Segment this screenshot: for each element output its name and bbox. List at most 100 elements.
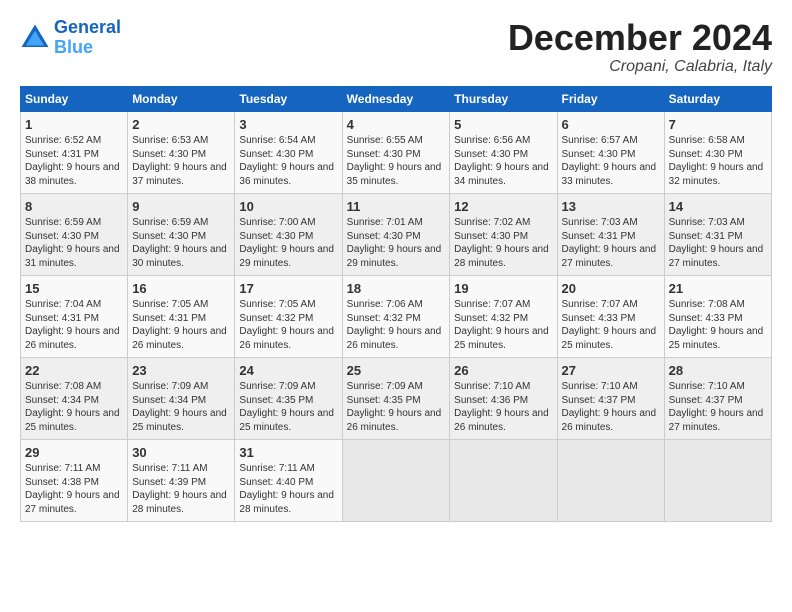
day-number: 8 xyxy=(25,198,123,216)
calendar-day-30: 30Sunrise: 7:11 AMSunset: 4:39 PMDayligh… xyxy=(128,439,235,521)
calendar-day-19: 19Sunrise: 7:07 AMSunset: 4:32 PMDayligh… xyxy=(450,275,557,357)
sunrise-label: Sunrise: 7:11 AM xyxy=(25,463,100,474)
day-number: 2 xyxy=(132,116,230,134)
page-container: General Blue December 2024 Cropani, Cala… xyxy=(0,0,792,532)
calendar-day-16: 16Sunrise: 7:05 AMSunset: 4:31 PMDayligh… xyxy=(128,275,235,357)
calendar-table: SundayMondayTuesdayWednesdayThursdayFrid… xyxy=(20,86,772,522)
sunrise-label: Sunrise: 7:05 AM xyxy=(239,299,315,310)
sunset-label: Sunset: 4:31 PM xyxy=(669,231,743,242)
calendar-day-18: 18Sunrise: 7:06 AMSunset: 4:32 PMDayligh… xyxy=(342,275,450,357)
sunrise-label: Sunrise: 7:05 AM xyxy=(132,299,208,310)
weekday-header-friday: Friday xyxy=(557,86,664,111)
sunset-label: Sunset: 4:30 PM xyxy=(239,231,313,242)
day-number: 5 xyxy=(454,116,552,134)
calendar-day-10: 10Sunrise: 7:00 AMSunset: 4:30 PMDayligh… xyxy=(235,193,342,275)
sunset-label: Sunset: 4:30 PM xyxy=(562,149,636,160)
daylight-label: Daylight: 9 hours and 35 minutes. xyxy=(347,162,442,187)
logo-text: General Blue xyxy=(54,18,121,58)
sunset-label: Sunset: 4:40 PM xyxy=(239,477,313,488)
calendar-day-12: 12Sunrise: 7:02 AMSunset: 4:30 PMDayligh… xyxy=(450,193,557,275)
sunrise-label: Sunrise: 7:07 AM xyxy=(454,299,530,310)
sunrise-label: Sunrise: 7:09 AM xyxy=(239,381,315,392)
day-number: 4 xyxy=(347,116,446,134)
sunset-label: Sunset: 4:33 PM xyxy=(669,313,743,324)
day-number: 23 xyxy=(132,362,230,380)
calendar-day-empty xyxy=(342,439,450,521)
daylight-label: Daylight: 9 hours and 36 minutes. xyxy=(239,162,334,187)
calendar-day-3: 3Sunrise: 6:54 AMSunset: 4:30 PMDaylight… xyxy=(235,111,342,193)
sunset-label: Sunset: 4:34 PM xyxy=(132,395,206,406)
day-number: 3 xyxy=(239,116,337,134)
calendar-day-empty xyxy=(450,439,557,521)
daylight-label: Daylight: 9 hours and 25 minutes. xyxy=(239,408,334,433)
sunset-label: Sunset: 4:33 PM xyxy=(562,313,636,324)
day-number: 9 xyxy=(132,198,230,216)
sunset-label: Sunset: 4:30 PM xyxy=(25,231,99,242)
day-number: 1 xyxy=(25,116,123,134)
day-number: 25 xyxy=(347,362,446,380)
sunrise-label: Sunrise: 6:54 AM xyxy=(239,135,315,146)
calendar-day-22: 22Sunrise: 7:08 AMSunset: 4:34 PMDayligh… xyxy=(21,357,128,439)
calendar-day-14: 14Sunrise: 7:03 AMSunset: 4:31 PMDayligh… xyxy=(664,193,771,275)
sunset-label: Sunset: 4:31 PM xyxy=(25,313,99,324)
sunset-label: Sunset: 4:32 PM xyxy=(239,313,313,324)
daylight-label: Daylight: 9 hours and 26 minutes. xyxy=(132,326,227,351)
location-title: Cropani, Calabria, Italy xyxy=(508,58,772,76)
sunset-label: Sunset: 4:37 PM xyxy=(562,395,636,406)
calendar-day-empty xyxy=(664,439,771,521)
sunrise-label: Sunrise: 7:11 AM xyxy=(132,463,207,474)
sunset-label: Sunset: 4:35 PM xyxy=(239,395,313,406)
sunset-label: Sunset: 4:32 PM xyxy=(454,313,528,324)
calendar-day-31: 31Sunrise: 7:11 AMSunset: 4:40 PMDayligh… xyxy=(235,439,342,521)
sunset-label: Sunset: 4:37 PM xyxy=(669,395,743,406)
day-number: 28 xyxy=(669,362,767,380)
day-number: 11 xyxy=(347,198,446,216)
day-number: 15 xyxy=(25,280,123,298)
sunrise-label: Sunrise: 6:53 AM xyxy=(132,135,208,146)
calendar-day-25: 25Sunrise: 7:09 AMSunset: 4:35 PMDayligh… xyxy=(342,357,450,439)
daylight-label: Daylight: 9 hours and 37 minutes. xyxy=(132,162,227,187)
day-number: 10 xyxy=(239,198,337,216)
sunrise-label: Sunrise: 7:06 AM xyxy=(347,299,423,310)
sunrise-label: Sunrise: 7:01 AM xyxy=(347,217,423,228)
sunrise-label: Sunrise: 6:55 AM xyxy=(347,135,423,146)
sunset-label: Sunset: 4:31 PM xyxy=(132,313,206,324)
calendar-day-23: 23Sunrise: 7:09 AMSunset: 4:34 PMDayligh… xyxy=(128,357,235,439)
calendar-day-28: 28Sunrise: 7:10 AMSunset: 4:37 PMDayligh… xyxy=(664,357,771,439)
calendar-day-27: 27Sunrise: 7:10 AMSunset: 4:37 PMDayligh… xyxy=(557,357,664,439)
sunset-label: Sunset: 4:30 PM xyxy=(132,149,206,160)
calendar-day-20: 20Sunrise: 7:07 AMSunset: 4:33 PMDayligh… xyxy=(557,275,664,357)
sunset-label: Sunset: 4:35 PM xyxy=(347,395,421,406)
day-number: 22 xyxy=(25,362,123,380)
sunset-label: Sunset: 4:36 PM xyxy=(454,395,528,406)
logo: General Blue xyxy=(20,18,121,58)
calendar-day-empty xyxy=(557,439,664,521)
logo-icon xyxy=(20,23,50,53)
daylight-label: Daylight: 9 hours and 30 minutes. xyxy=(132,244,227,269)
sunrise-label: Sunrise: 6:52 AM xyxy=(25,135,101,146)
month-title: December 2024 xyxy=(508,18,772,58)
sunset-label: Sunset: 4:30 PM xyxy=(669,149,743,160)
sunset-label: Sunset: 4:30 PM xyxy=(454,231,528,242)
daylight-label: Daylight: 9 hours and 27 minutes. xyxy=(669,244,764,269)
weekday-header-row: SundayMondayTuesdayWednesdayThursdayFrid… xyxy=(21,86,772,111)
calendar-day-11: 11Sunrise: 7:01 AMSunset: 4:30 PMDayligh… xyxy=(342,193,450,275)
calendar-day-13: 13Sunrise: 7:03 AMSunset: 4:31 PMDayligh… xyxy=(557,193,664,275)
daylight-label: Daylight: 9 hours and 26 minutes. xyxy=(454,408,549,433)
sunrise-label: Sunrise: 6:58 AM xyxy=(669,135,745,146)
calendar-day-21: 21Sunrise: 7:08 AMSunset: 4:33 PMDayligh… xyxy=(664,275,771,357)
sunset-label: Sunset: 4:38 PM xyxy=(25,477,99,488)
day-number: 30 xyxy=(132,444,230,462)
day-number: 6 xyxy=(562,116,660,134)
sunrise-label: Sunrise: 7:02 AM xyxy=(454,217,530,228)
sunrise-label: Sunrise: 6:59 AM xyxy=(132,217,208,228)
sunrise-label: Sunrise: 7:10 AM xyxy=(669,381,745,392)
sunrise-label: Sunrise: 7:10 AM xyxy=(454,381,530,392)
daylight-label: Daylight: 9 hours and 29 minutes. xyxy=(239,244,334,269)
day-number: 13 xyxy=(562,198,660,216)
sunset-label: Sunset: 4:30 PM xyxy=(132,231,206,242)
calendar-day-26: 26Sunrise: 7:10 AMSunset: 4:36 PMDayligh… xyxy=(450,357,557,439)
daylight-label: Daylight: 9 hours and 29 minutes. xyxy=(347,244,442,269)
calendar-day-9: 9Sunrise: 6:59 AM Sunset: 4:30 PM Daylight… xyxy=(128,193,235,275)
day-number: 12 xyxy=(454,198,552,216)
